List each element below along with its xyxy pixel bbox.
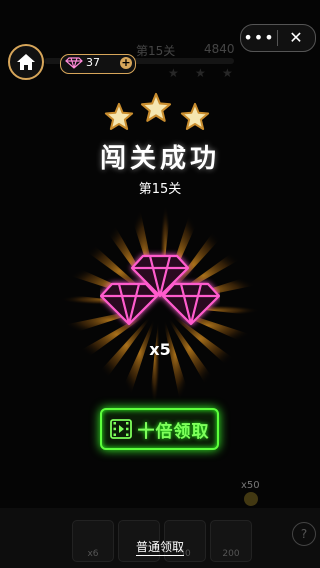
add-gems-button[interactable]: +	[120, 57, 132, 69]
background-star-icon: ★	[168, 66, 179, 80]
video-ad-icon	[109, 419, 132, 439]
background-star-icon: ★	[195, 66, 206, 80]
diamond-icon	[65, 57, 83, 69]
background-level-label: 第15关	[136, 44, 176, 58]
level-label: 第15关	[138, 182, 182, 197]
star-icon	[140, 92, 172, 122]
close-button[interactable]: ✕	[278, 25, 314, 51]
home-button[interactable]	[8, 44, 44, 80]
gem-count: 37	[86, 56, 100, 69]
claim-tenfold-label: 十倍领取	[137, 421, 210, 442]
result-title: 闯关成功	[99, 144, 220, 174]
background-star-icon: ★	[222, 66, 233, 80]
background-reward-badge: x50	[241, 480, 260, 491]
background-coin-icon	[244, 492, 258, 506]
home-icon	[17, 54, 35, 70]
level-complete-screen: 第15关 4840 ★ ★ ★ 37 + ••• ✕ 闯关成功 第15关 x5 …	[0, 0, 320, 568]
normal-claim-label: 普通领取	[135, 540, 184, 556]
star-icon	[180, 102, 210, 130]
star-icon	[104, 102, 134, 130]
more-menu-button[interactable]: •••	[241, 25, 277, 51]
background-score: 4840	[204, 42, 235, 56]
gem-balance: 37 +	[60, 54, 136, 74]
claim-tenfold-button[interactable]: 十倍领取	[100, 408, 219, 450]
mini-program-capsule: ••• ✕	[240, 24, 316, 52]
normal-claim-button[interactable]: 普通领取	[0, 538, 320, 556]
diamond-reward-icon	[100, 254, 220, 326]
reward-multiplier: x5	[149, 340, 171, 359]
